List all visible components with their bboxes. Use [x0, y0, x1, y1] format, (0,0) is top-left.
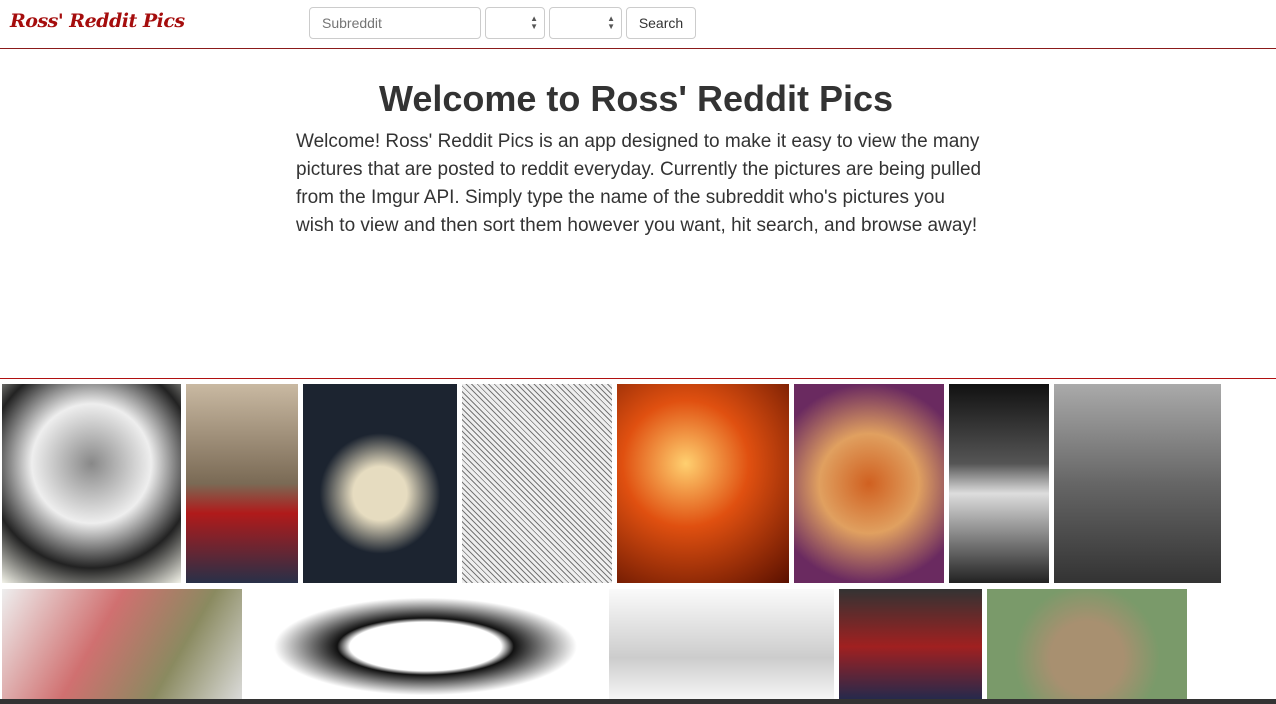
gallery-image[interactable] [949, 384, 1049, 583]
bottom-bar [0, 699, 1276, 704]
gallery-image[interactable] [839, 589, 982, 704]
gallery-image[interactable] [617, 384, 789, 583]
gallery-image[interactable] [186, 384, 298, 583]
gallery-image[interactable] [1054, 384, 1221, 583]
search-button[interactable]: Search [626, 7, 696, 39]
sort-select[interactable]: ▲ ▼ [485, 7, 545, 39]
gallery-image[interactable] [2, 384, 181, 583]
select-arrows-icon: ▲ ▼ [607, 14, 615, 31]
gallery-image[interactable] [247, 589, 604, 704]
page-title: Welcome to Ross' Reddit Pics [378, 78, 894, 119]
subreddit-input[interactable] [309, 7, 481, 39]
gallery-image[interactable] [794, 384, 944, 583]
gallery-image[interactable] [462, 384, 612, 583]
select-arrows-icon: ▲ ▼ [530, 14, 538, 31]
gallery-image[interactable] [303, 384, 457, 583]
intro-text: Welcome! Ross' Reddit Pics is an app des… [296, 131, 982, 236]
gallery-image[interactable] [609, 589, 834, 704]
time-select[interactable]: ▲ ▼ [549, 7, 622, 39]
divider [0, 378, 1276, 379]
navbar: Ross' Reddit Pics ▲▼ ▲▼ Search [0, 0, 1276, 49]
brand-logo[interactable]: Ross' Reddit Pics [10, 10, 185, 32]
gallery-image[interactable] [987, 589, 1187, 704]
gallery-image[interactable] [2, 589, 242, 704]
